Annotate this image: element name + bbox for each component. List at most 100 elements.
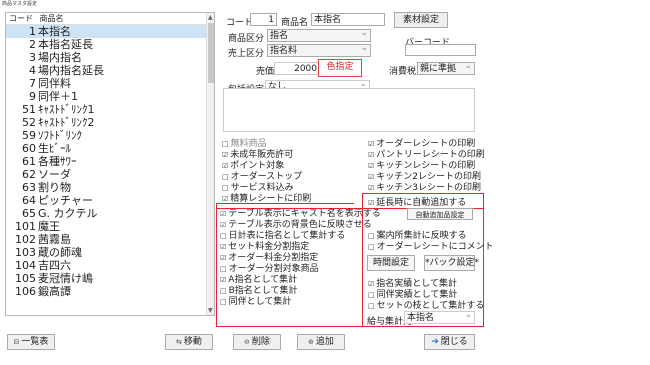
list-item[interactable]: 106 鍛高譚	[6, 285, 208, 298]
checkbox-option[interactable]: ☑ テーブル表示にキャスト名を表示する	[220, 209, 381, 220]
auto-add-settings-button[interactable]: 自動追加品設定	[407, 208, 473, 220]
list-item[interactable]: 65 G. カクテル	[6, 207, 208, 220]
list-item[interactable]: 102 茜霧島	[6, 233, 208, 246]
checkbox-option[interactable]: ☑ オーダー料金分割指定	[220, 253, 318, 264]
move-label: 移動	[183, 337, 202, 347]
list-item[interactable]: 52 ｷｬｽﾄﾄﾞﾘﾝｸ2	[6, 116, 208, 129]
add-icon: ⊕	[308, 338, 314, 346]
list-item[interactable]: 63 割り物	[6, 181, 208, 194]
list-item-name: 蔵の師魂	[38, 246, 82, 259]
list-item-code: 63	[22, 181, 36, 194]
checkbox-mark: ☑	[220, 221, 227, 229]
list-item-code: 103	[15, 246, 36, 259]
add-button[interactable]: ⊕ 追加	[297, 334, 345, 350]
list-item-code: 52	[22, 116, 36, 129]
list-item[interactable]: 60 生ﾋﾞｰﾙ	[6, 142, 208, 155]
color-button[interactable]: 色指定	[318, 59, 362, 77]
checkbox-option[interactable]: □ オーダーレシートにコメント	[368, 242, 494, 253]
list-item[interactable]: 103 蔵の師魂	[6, 246, 208, 259]
checkbox-mark: ☑	[222, 195, 229, 203]
list-item-name: 割り物	[38, 181, 71, 194]
checkbox-option[interactable]: ☑ パントリーレシートの印刷	[368, 150, 485, 161]
list-item-code: 1	[29, 25, 36, 38]
list-item[interactable]: 51 ｷｬｽﾄﾄﾞﾘﾝｸ1	[6, 103, 208, 116]
list-item-name: 本指名	[38, 25, 71, 38]
checkbox-label: A指名として集計	[228, 275, 298, 285]
checkbox-option[interactable]: □ 同伴実績として集計	[368, 290, 457, 301]
checkbox-mark: ☑	[368, 173, 375, 181]
checkbox-option[interactable]: ☑ オーダーレシートの印刷	[368, 139, 475, 150]
list-item[interactable]: 62 ソーダ	[6, 168, 208, 181]
list-item-code: 61	[22, 155, 36, 168]
list-item-code: 7	[29, 77, 36, 90]
list-report-button[interactable]: ⊟ 一覧表	[7, 334, 55, 350]
list-item[interactable]: 3 場内指名	[6, 51, 208, 64]
checkbox-option[interactable]: □ 日計表に指名として集計する	[220, 231, 345, 242]
checkbox-option[interactable]: □ 同伴として集計	[220, 297, 291, 308]
checkbox-option[interactable]: ☑ ポイント対象	[222, 161, 284, 172]
close-button[interactable]: ➔ 閉じる	[424, 334, 475, 350]
list-item-name: ｷｬｽﾄﾄﾞﾘﾝｸ2	[38, 116, 95, 129]
checkbox-option[interactable]: ☑ セット料金分割指定	[220, 242, 309, 253]
checkbox-option[interactable]: □ B指名として集計	[220, 286, 298, 297]
list-item[interactable]: 59 ｿﾌﾄﾄﾞﾘﾝｸ	[6, 129, 208, 142]
delete-button[interactable]: ⊖ 削除	[233, 334, 281, 350]
list-item-name: ソーダ	[38, 168, 71, 181]
checkbox-option[interactable]: □ 無料商品	[222, 139, 267, 150]
list-item-name: 茜霧島	[38, 233, 71, 246]
checkbox-option[interactable]: □ 案内所集計に反映する	[368, 231, 467, 242]
checkbox-option[interactable]: ☑ 精算レシートに印刷	[222, 194, 311, 205]
category-select[interactable]: 指名	[267, 29, 371, 42]
list-item-name: 魔王	[38, 220, 60, 233]
list-item[interactable]: 104 吉四六	[6, 259, 208, 272]
salary-value: 本指名	[407, 313, 435, 323]
code-field[interactable]: 1	[250, 13, 277, 26]
product-list[interactable]: コード 商品名 1 本指名 2 本指名延長 3 場内指名 4 場内指名延長 7 同伴料 9 同伴＋1 5…	[5, 12, 215, 316]
checkbox-option[interactable]: □ オーダーストップ	[222, 172, 302, 183]
scroll-down-icon[interactable]: ▼	[208, 307, 213, 314]
name-field[interactable]: 本指名	[311, 13, 385, 26]
checkbox-option[interactable]: ☑ テーブル表示の背景色に反映させる	[220, 220, 372, 231]
list-item-name: 吉四六	[38, 259, 71, 272]
list-item-name: 鍛高譚	[38, 285, 71, 298]
salary-select[interactable]: 本指名	[404, 311, 475, 324]
checkbox-option[interactable]: ☑ 未成年販売許可	[222, 150, 293, 161]
list-item-code: 59	[22, 129, 36, 142]
list-item-code: 9	[29, 90, 36, 103]
list-header-code: コード	[9, 14, 33, 23]
list-item[interactable]: 9 同伴＋1	[6, 90, 208, 103]
list-scrollbar[interactable]: ▲ ▼	[206, 13, 214, 315]
checkbox-label: サービス料込み	[230, 183, 294, 193]
back-settings-button[interactable]: *バック設定*	[424, 255, 479, 271]
checkbox-option[interactable]: ☑ 指名実績として集計	[368, 279, 457, 290]
list-item[interactable]: 1 本指名	[6, 25, 208, 38]
scroll-thumb[interactable]	[208, 23, 214, 83]
checkbox-option[interactable]: □ オーダー分割対象商品	[220, 264, 319, 275]
delete-label: 削除	[251, 337, 270, 347]
list-item[interactable]: 105 麦冠情け嶋	[6, 272, 208, 285]
time-settings-button[interactable]: 時間設定	[367, 255, 415, 271]
material-settings-button[interactable]: 素材設定	[394, 12, 448, 28]
barcode-field[interactable]	[405, 44, 476, 56]
checkbox-option[interactable]: ☑ A指名として集計	[220, 275, 297, 286]
checkbox-option[interactable]: ☑ キッチン2レシートの印刷	[368, 172, 481, 183]
list-item[interactable]: 61 各種ｻﾜｰ	[6, 155, 208, 168]
list-item[interactable]: 101 魔王	[6, 220, 208, 233]
checkbox-mark: ☑	[220, 276, 227, 284]
sales-select[interactable]: 指名料	[267, 44, 371, 57]
scroll-up-icon[interactable]: ▲	[208, 14, 213, 21]
checkbox-option[interactable]: ☑ キッチン3レシートの印刷	[368, 183, 481, 194]
checkbox-mark: □	[368, 302, 375, 310]
list-item[interactable]: 64 ピッチャー	[6, 194, 208, 207]
tax-select[interactable]: 親に準拠	[417, 62, 475, 75]
list-item-code: 2	[29, 38, 36, 51]
price-field[interactable]: 2000	[274, 62, 320, 75]
checkbox-option[interactable]: □ サービス料込み	[222, 183, 294, 194]
list-item[interactable]: 4 場内指名延長	[6, 64, 208, 77]
checkbox-mark: ☑	[368, 184, 375, 192]
checkbox-option[interactable]: ☑ キッチンレシートの印刷	[368, 161, 475, 172]
list-item[interactable]: 7 同伴料	[6, 77, 208, 90]
list-item[interactable]: 2 本指名延長	[6, 38, 208, 51]
move-button[interactable]: ⇆ 移動	[165, 334, 213, 350]
list-item-name: ｿﾌﾄﾄﾞﾘﾝｸ	[38, 129, 82, 142]
